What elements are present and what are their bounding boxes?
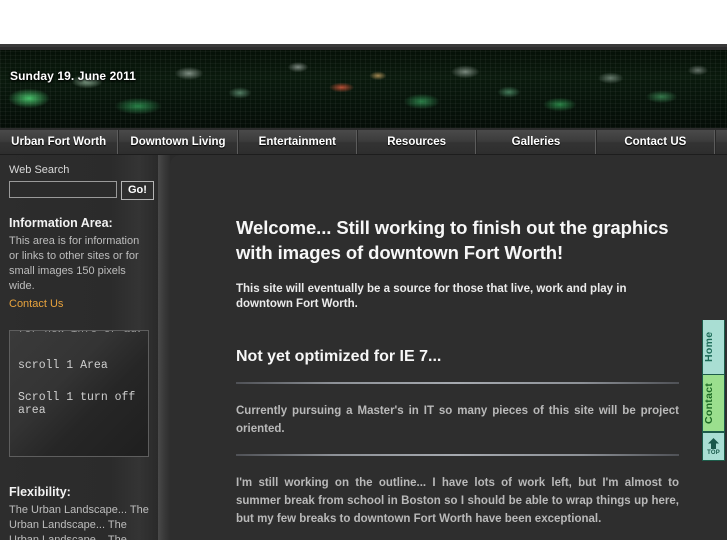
scroll-area-line-2: Scroll 1 turn off area [18,391,136,417]
contact-us-link[interactable]: Contact Us [9,298,63,310]
information-area-body: This area is for information or links to… [9,235,140,292]
side-tab-rail: Home Contact TOP [702,320,725,461]
paragraph-outline-progress: I'm still working on the outline... I ha… [236,477,679,525]
scroll-area-line-1: scroll 1 Area [18,359,108,372]
page-root: Sunday 19. June 2011 Urban Fort Worth Do… [0,0,727,545]
divider-rule-1 [236,382,679,384]
information-area-heading: Information Area: [9,216,113,230]
up-arrow-icon [708,438,719,449]
search-input[interactable] [9,181,117,198]
nav-item-resources[interactable]: Resources [356,130,477,154]
column-divider [158,155,170,540]
flexibility-heading: Flexibility: [9,485,71,499]
welcome-lead-paragraph: This site will eventually be a source fo… [236,283,627,310]
paragraph-masters-it: Currently pursuing a Master's in IT so m… [236,405,679,435]
scroll-area-clipped-text: for new info or ads. [18,331,140,334]
scroll-area-1[interactable]: for new info or ads. scroll 1 Area Scrol… [9,330,149,457]
nav-item-galleries[interactable]: Galleries [476,130,596,154]
page-body: Web Search Go! Information Area: This ar… [0,155,727,540]
main-navigation: Urban Fort Worth Downtown Living Enterta… [0,130,727,155]
web-search-label: Web Search [9,164,70,176]
search-go-button[interactable]: Go! [121,181,154,200]
back-to-top-button[interactable]: TOP [702,432,725,461]
web-search-form: Go! [9,181,154,200]
nav-item-contact-us[interactable]: Contact US [595,130,715,154]
main-content: Welcome... Still working to finish out t… [170,155,727,540]
nav-end-spacer [714,130,727,154]
side-tab-home[interactable]: Home [702,320,725,375]
side-tab-contact[interactable]: Contact [702,375,725,432]
nav-item-downtown-living[interactable]: Downtown Living [118,130,238,154]
site-banner: Sunday 19. June 2011 [0,44,727,130]
flexibility-block: Flexibility: The Urban Landscape... The … [9,485,150,540]
banner-date: Sunday 19. June 2011 [10,69,137,83]
divider-rule-2 [236,454,679,456]
welcome-heading: Welcome... Still working to finish out t… [236,217,669,263]
page-top-whitespace [0,0,727,44]
flexibility-body: The Urban Landscape... The Urban Landsca… [9,504,149,540]
nav-item-urban-fort-worth[interactable]: Urban Fort Worth [0,130,119,154]
nav-item-entertainment[interactable]: Entertainment [237,130,357,154]
ie7-heading: Not yet optimized for IE 7... [236,348,442,365]
sidebar: Web Search Go! Information Area: This ar… [0,155,158,540]
back-to-top-label: TOP [707,450,720,456]
banner-skyline-image [0,50,727,128]
